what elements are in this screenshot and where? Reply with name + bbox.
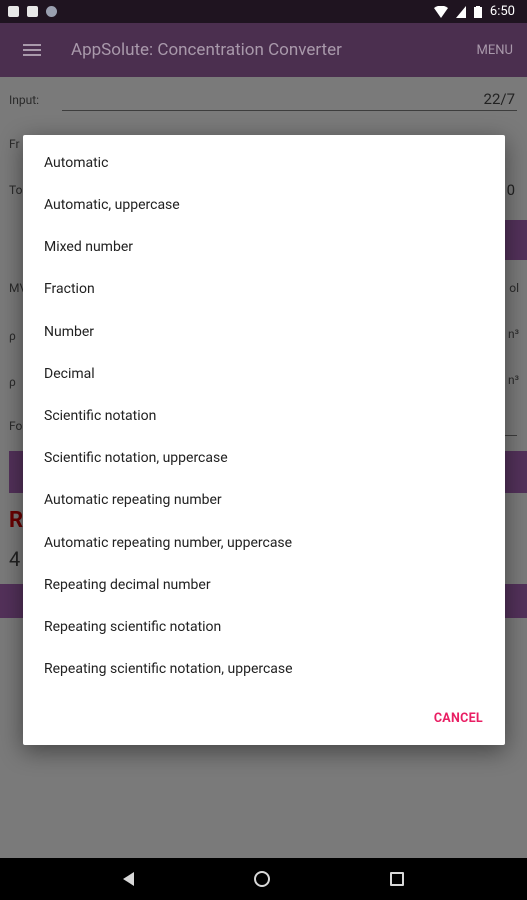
option-repeating-scientific-notation-uppercase[interactable]: Repeating scientific notation, uppercase xyxy=(44,661,293,677)
app-title: AppSolute: Concentration Converter xyxy=(71,40,342,60)
navigation-bar xyxy=(0,858,527,900)
status-bar: 6:50 xyxy=(0,0,527,23)
notification-icon xyxy=(8,6,19,17)
copy-button-right[interactable] xyxy=(505,584,527,618)
option-fraction[interactable]: Fraction xyxy=(44,281,95,297)
to-label: To xyxy=(9,183,23,197)
format-underline xyxy=(505,435,517,436)
clock: 6:50 xyxy=(489,4,515,19)
format-picker-dialog: Automatic Automatic, uppercase Mixed num… xyxy=(23,135,505,745)
option-mixed-number[interactable]: Mixed number xyxy=(44,239,133,255)
signal-icon xyxy=(455,5,466,18)
cloud-icon xyxy=(46,6,57,17)
back-icon[interactable] xyxy=(123,872,134,886)
option-scientific-notation-uppercase[interactable]: Scientific notation, uppercase xyxy=(44,450,228,466)
option-number[interactable]: Number xyxy=(44,324,94,340)
mw-unit: ol xyxy=(509,281,519,295)
density2-unit: n³ xyxy=(507,373,519,387)
input-field[interactable]: 22/7 xyxy=(484,90,515,108)
option-automatic[interactable]: Automatic xyxy=(44,155,108,171)
calculate-button-left[interactable] xyxy=(9,451,23,493)
option-repeating-scientific-notation[interactable]: Repeating scientific notation xyxy=(44,619,221,635)
to-value[interactable]: 0 xyxy=(507,181,515,199)
calculate-button-right[interactable] xyxy=(505,451,527,493)
option-decimal[interactable]: Decimal xyxy=(44,366,95,382)
result-heading: R xyxy=(9,508,24,533)
format-label: Fo xyxy=(9,419,23,433)
option-automatic-repeating-number-uppercase[interactable]: Automatic repeating number, uppercase xyxy=(44,535,292,551)
from-label: Fr xyxy=(9,137,20,151)
option-repeating-decimal-number[interactable]: Repeating decimal number xyxy=(44,577,211,593)
copy-button-left[interactable] xyxy=(0,584,23,618)
wifi-icon xyxy=(433,5,448,18)
menu-button[interactable]: MENU xyxy=(477,43,513,58)
option-automatic-uppercase[interactable]: Automatic, uppercase xyxy=(44,197,180,213)
input-label: Input: xyxy=(9,93,40,107)
recents-icon[interactable] xyxy=(390,872,404,886)
density1-label: ρ xyxy=(9,329,16,343)
density2-label: ρ xyxy=(9,375,16,389)
battery-icon xyxy=(473,5,482,18)
cancel-button[interactable]: CANCEL xyxy=(434,711,483,726)
result-number: 4 xyxy=(9,547,21,571)
home-icon[interactable] xyxy=(254,871,270,887)
option-scientific-notation[interactable]: Scientific notation xyxy=(44,408,156,424)
input-underline xyxy=(62,110,517,111)
option-automatic-repeating-number[interactable]: Automatic repeating number xyxy=(44,492,222,508)
hamburger-menu-icon[interactable] xyxy=(23,41,41,59)
density1-unit: n³ xyxy=(507,327,519,341)
sim-icon xyxy=(27,6,38,17)
convert-button[interactable] xyxy=(505,220,527,260)
app-bar: AppSolute: Concentration Converter MENU xyxy=(0,23,527,77)
